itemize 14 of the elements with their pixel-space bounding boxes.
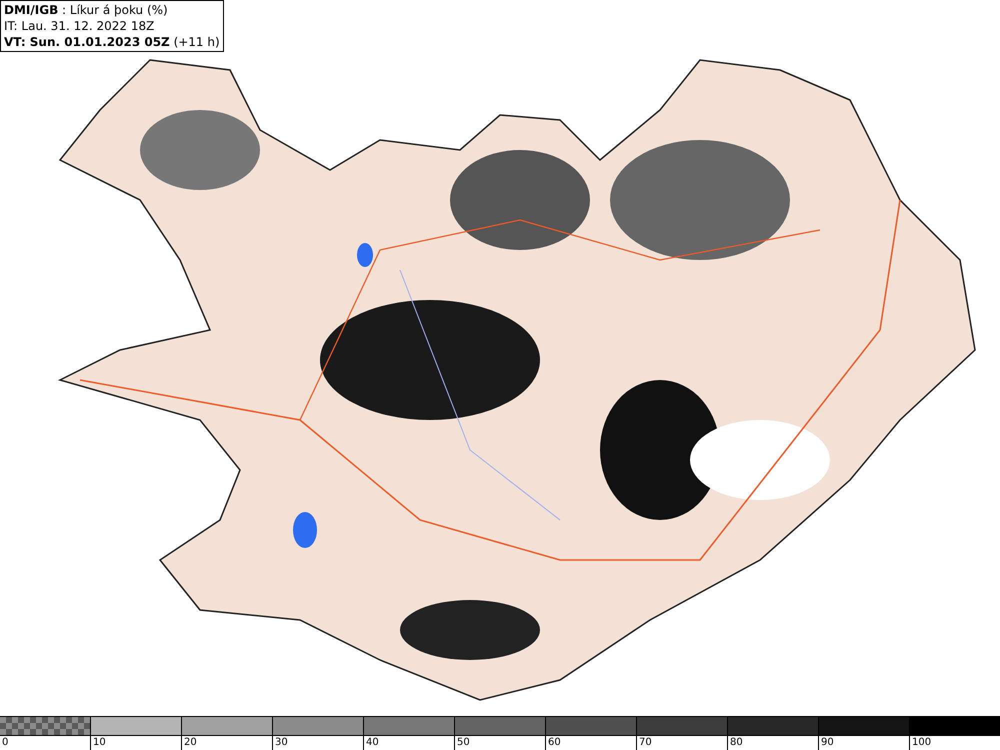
- tick-label: 20: [184, 737, 197, 748]
- tick-label: 30: [275, 737, 288, 748]
- tick-label: 70: [639, 737, 652, 748]
- header-text: VT: Sun. 01.01.2023 05Z (+11 h): [4, 34, 220, 50]
- tick-label: 90: [821, 737, 834, 748]
- tick-label: 10: [93, 737, 106, 748]
- tick-label: 0: [2, 737, 8, 748]
- tick-label: 60: [548, 737, 561, 748]
- tick-label: 100: [912, 737, 932, 748]
- tick-label: 50: [457, 737, 470, 748]
- tick-label: 80: [730, 737, 743, 748]
- header-text: IT: Lau. 31. 12. 2022 18Z: [4, 18, 156, 34]
- tick-label: 40: [366, 737, 379, 748]
- header-text: DMI/IGB : Líkur á þoku (%): [4, 2, 169, 18]
